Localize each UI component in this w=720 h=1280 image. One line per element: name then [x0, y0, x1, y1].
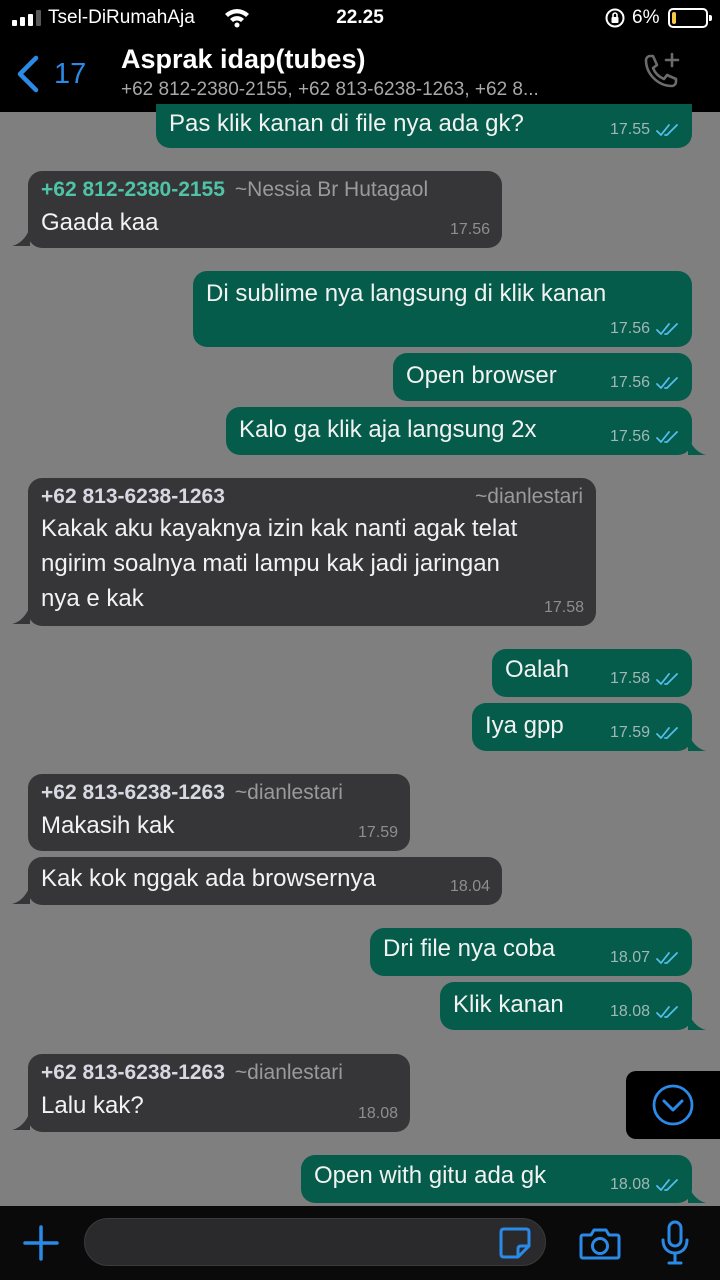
rotation-lock-icon — [605, 8, 625, 28]
sender-number[interactable]: +62 813-6238-1263 — [41, 485, 225, 508]
message-text: Open browser — [406, 362, 557, 389]
message-sender: +62 813-6238-1263 ~dianlestari — [41, 1058, 343, 1088]
message-time: 17.56 — [449, 221, 490, 238]
camera-icon[interactable] — [579, 1226, 621, 1260]
message-bubble-outgoing[interactable]: Di sublime nya langsung di klik kanan 17… — [193, 271, 692, 347]
message-bubble-incoming[interactable]: +62 812-2380-2155 ~Nessia Br Hutagaol Gaa… — [28, 171, 502, 248]
message-time: 17.56 — [609, 428, 650, 445]
message-text: Klik kanan — [453, 991, 564, 1018]
message-bubble-outgoing[interactable]: Dri file nya coba 18.07 — [370, 928, 692, 976]
message-time: 18.07 — [609, 949, 650, 966]
message-time: 17.58 — [609, 670, 650, 687]
sticker-icon[interactable] — [498, 1226, 532, 1260]
read-ticks-icon — [656, 952, 678, 964]
message-text: Kalo ga klik aja langsung 2x — [239, 416, 537, 443]
sender-alias: ~dianlestari — [234, 781, 343, 804]
message-meta: 18.07 — [610, 948, 680, 968]
message-bubble-incoming[interactable]: +62 813-6238-1263 ~dianlestari Makasih ka… — [28, 774, 410, 851]
message-time: 17.56 — [609, 374, 650, 391]
message-text-line: nya e kak — [41, 585, 144, 612]
plus-icon[interactable] — [22, 1224, 60, 1262]
battery-icon — [668, 8, 712, 28]
message-sender: +62 812-2380-2155 ~Nessia Br Hutagaol — [41, 175, 428, 205]
read-ticks-icon — [656, 673, 678, 685]
message-time: 18.08 — [609, 1003, 650, 1020]
group-participants[interactable]: +62 812-2380-2155, +62 813-6238-1263, +6… — [121, 79, 631, 101]
message-text: Pas klik kanan di file nya ada gk? — [169, 110, 524, 137]
message-text: Kak kok nggak ada browsernya — [41, 865, 376, 892]
message-text: Gaada kaa — [41, 209, 159, 236]
message-bubble-outgoing[interactable]: Iya gpp 17.59 — [472, 703, 692, 751]
chat-header: 17 Asprak idap(tubes) +62 812-2380-2155,… — [0, 36, 720, 112]
message-text-line: ngirim soalnya mati lampu kak jadi jarin… — [41, 550, 500, 577]
message-bubble-outgoing[interactable]: Oalah 17.58 — [492, 649, 692, 697]
read-ticks-icon — [656, 377, 678, 389]
sender-number[interactable]: +62 813-6238-1263 — [41, 781, 225, 804]
message-text: Dri file nya coba — [383, 935, 556, 962]
message-time: 17.58 — [543, 599, 584, 616]
message-bubble-incoming[interactable]: +62 813-6238-1263 ~dianlestari Lalu kak? … — [28, 1054, 410, 1132]
message-text: Lalu kak? — [41, 1092, 144, 1119]
read-ticks-icon — [656, 124, 678, 136]
message-meta: 17.56 — [610, 373, 680, 393]
chevron-down-circle-icon — [652, 1084, 694, 1126]
sender-alias: ~dianlestari — [475, 485, 583, 508]
message-meta: 18.04 — [450, 877, 490, 897]
message-text: Makasih kak — [41, 812, 175, 839]
back-button[interactable]: 17 — [14, 46, 104, 102]
message-text: Iya gpp — [485, 712, 564, 739]
read-ticks-icon — [656, 727, 678, 739]
message-meta: 17.58 — [544, 598, 584, 618]
message-meta: 17.55 — [610, 120, 680, 140]
sender-alias: ~dianlestari — [234, 1061, 343, 1084]
sender-number[interactable]: +62 812-2380-2155 — [41, 178, 225, 201]
message-bubble-outgoing[interactable]: Pas klik kanan di file nya ada gk? 17.55 — [156, 104, 692, 148]
message-meta: 17.59 — [610, 723, 680, 743]
message-meta: 17.56 — [610, 319, 680, 339]
message-time: 17.59 — [609, 724, 650, 741]
read-ticks-icon — [656, 323, 678, 335]
read-ticks-icon — [656, 1179, 678, 1191]
message-bubble-incoming[interactable]: +62 813-6238-1263 ~dianlestari Kakak aku… — [28, 478, 596, 626]
composer-bar — [0, 1206, 720, 1280]
message-input[interactable] — [84, 1218, 546, 1266]
message-bubble-outgoing[interactable]: Kalo ga klik aja langsung 2x 17.56 — [226, 407, 692, 455]
message-text: Open with gitu ada gk — [314, 1162, 547, 1189]
message-meta: 18.08 — [610, 1002, 680, 1022]
message-time: 17.56 — [609, 320, 650, 337]
message-time: 17.59 — [357, 824, 398, 841]
message-time: 18.08 — [609, 1176, 650, 1193]
message-time: 18.08 — [357, 1105, 398, 1122]
message-bubble-outgoing[interactable]: Open browser 17.56 — [393, 353, 692, 401]
sender-alias: ~Nessia Br Hutagaol — [234, 178, 429, 201]
message-meta: 17.58 — [610, 669, 680, 689]
message-bubble-incoming[interactable]: Kak kok nggak ada browsernya 18.04 — [28, 857, 502, 905]
message-meta: 17.59 — [358, 823, 398, 843]
message-time: 18.04 — [449, 878, 490, 895]
message-text: Oalah — [505, 656, 570, 683]
group-title[interactable]: Asprak idap(tubes) — [121, 44, 366, 75]
sender-number[interactable]: +62 813-6238-1263 — [41, 1061, 225, 1084]
microphone-icon[interactable] — [660, 1220, 690, 1266]
unread-count: 17 — [54, 57, 87, 90]
status-bar: Tsel-DiRumahAja 22.25 6% — [0, 0, 720, 36]
read-ticks-icon — [656, 431, 678, 443]
message-text-line: Kakak aku kayaknya izin kak nanti agak t… — [41, 515, 518, 542]
message-meta: 17.56 — [450, 220, 490, 240]
message-sender: +62 813-6238-1263 ~dianlestari — [41, 778, 343, 808]
message-time: 17.55 — [609, 121, 650, 138]
chevron-left-icon — [17, 55, 39, 93]
scroll-to-bottom-button[interactable] — [626, 1071, 720, 1139]
message-bubble-outgoing[interactable]: Open with gitu ada gk 18.08 — [301, 1155, 692, 1203]
message-text: Di sublime nya langsung di klik kanan — [206, 280, 607, 307]
battery-percentage: 6% — [632, 7, 660, 28]
message-meta: 18.08 — [358, 1104, 398, 1124]
read-ticks-icon — [656, 1006, 678, 1018]
add-call-icon[interactable] — [638, 50, 684, 96]
message-sender: +62 813-6238-1263 ~dianlestari — [41, 482, 583, 512]
message-meta: 18.08 — [610, 1175, 680, 1195]
message-bubble-outgoing[interactable]: Klik kanan 18.08 — [440, 982, 692, 1030]
message-meta: 17.56 — [610, 427, 680, 447]
